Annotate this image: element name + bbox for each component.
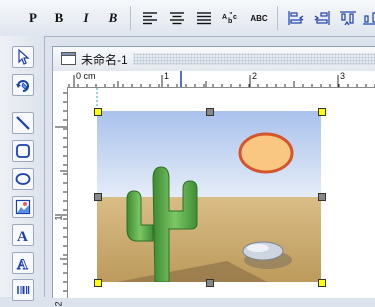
- bold-italic-button[interactable]: B: [102, 7, 124, 29]
- desert-cactus-picture: [97, 111, 321, 282]
- justify-icon: [197, 12, 211, 25]
- vruler-label-1: 1: [53, 215, 64, 221]
- outline-text-tool[interactable]: A: [12, 252, 34, 274]
- hruler-label-1: 1: [164, 71, 170, 81]
- document-title: 未命名-1: [81, 53, 128, 67]
- resize-handle-left[interactable]: [94, 193, 102, 201]
- justify-button[interactable]: [193, 7, 215, 29]
- italic-label: I: [83, 10, 89, 25]
- toolbar-separator: [130, 6, 131, 30]
- document-window-icon: [61, 52, 76, 65]
- outline-text-icon: A: [17, 257, 29, 271]
- rotate-tool[interactable]: [12, 74, 34, 96]
- resize-handle-bottom-right[interactable]: [318, 279, 326, 287]
- line-tool[interactable]: [12, 112, 34, 134]
- vruler-label-2: 2: [53, 301, 64, 307]
- svg-text:A: A: [222, 14, 227, 21]
- barcode-tool[interactable]: [12, 279, 34, 301]
- text-spacing-button[interactable]: Abc: [220, 7, 242, 29]
- rotate-icon: [16, 80, 29, 92]
- align-bottom-edge-icon: [363, 12, 375, 25]
- ellipse-tool[interactable]: [12, 168, 34, 190]
- vertical-ruler-ticks: [55, 92, 67, 292]
- resize-handle-top-right[interactable]: [318, 108, 326, 116]
- align-top-edge-icon: [340, 11, 356, 26]
- image-icon: [15, 199, 31, 215]
- resize-handle-bottom-left[interactable]: [94, 279, 102, 287]
- bold-label: B: [54, 10, 64, 25]
- bold-italic-label: B: [108, 10, 118, 25]
- titlebar-grip: [133, 53, 375, 65]
- align-top-edge-button[interactable]: [337, 7, 359, 29]
- document-titlebar: 未命名-1: [53, 47, 375, 72]
- barcode-icon: [17, 286, 30, 294]
- bold-button[interactable]: B: [48, 7, 70, 29]
- design-canvas[interactable]: [68, 88, 375, 298]
- vertical-ruler: 1 2: [53, 87, 68, 307]
- svg-text:A: A: [17, 257, 28, 271]
- italic-button[interactable]: I: [75, 7, 97, 29]
- align-left-icon: [143, 12, 157, 25]
- resize-handle-right[interactable]: [318, 193, 326, 201]
- svg-text:A: A: [17, 229, 28, 243]
- image-tool[interactable]: [12, 196, 34, 218]
- resize-handle-bottom[interactable]: [206, 279, 214, 287]
- rounded-rect-tool[interactable]: [12, 140, 34, 162]
- svg-text:b: b: [228, 18, 232, 25]
- toolbar-separator: [277, 6, 278, 30]
- tool-palette: A A: [0, 36, 45, 301]
- selected-image[interactable]: [97, 111, 321, 282]
- hruler-label-3: 3: [340, 71, 346, 81]
- align-left-edge-button[interactable]: [285, 7, 307, 29]
- horizontal-ruler-ticks: [68, 71, 375, 87]
- hruler-label-2: 2: [252, 71, 258, 81]
- select-tool[interactable]: [12, 46, 34, 68]
- align-center-button[interactable]: [166, 7, 188, 29]
- align-bottom-edge-button[interactable]: [362, 7, 375, 29]
- align-left-edge-icon: [288, 11, 304, 25]
- align-right-edge-icon: [314, 11, 330, 25]
- horizontal-ruler: 0 cm 1 2 3: [67, 71, 375, 88]
- hruler-label-0: 0 cm: [76, 71, 96, 81]
- resize-handle-top-left[interactable]: [94, 108, 102, 116]
- plain-text-button[interactable]: P: [22, 7, 44, 29]
- plain-text-label: P: [29, 10, 37, 25]
- rounded-rect-icon: [16, 144, 30, 158]
- align-right-edge-button[interactable]: [311, 7, 333, 29]
- align-left-button[interactable]: [139, 7, 161, 29]
- line-icon: [16, 116, 30, 130]
- text-format-toolbar: P B I B Abc ABC: [0, 0, 375, 37]
- text-tool[interactable]: A: [12, 224, 34, 246]
- document-window: 未命名-1 0 cm 1 2 3 1 2: [52, 46, 375, 307]
- resize-handle-top[interactable]: [206, 108, 214, 116]
- align-center-icon: [170, 12, 184, 25]
- svg-text:c: c: [233, 14, 237, 21]
- text-icon: A: [17, 229, 28, 243]
- text-case-button[interactable]: ABC: [248, 7, 270, 29]
- text-case-label: ABC: [250, 13, 268, 23]
- select-arrow-icon: [18, 49, 30, 65]
- text-spacing-icon: Abc: [222, 12, 237, 25]
- ellipse-icon: [15, 173, 31, 185]
- ruler-corner: [53, 71, 68, 88]
